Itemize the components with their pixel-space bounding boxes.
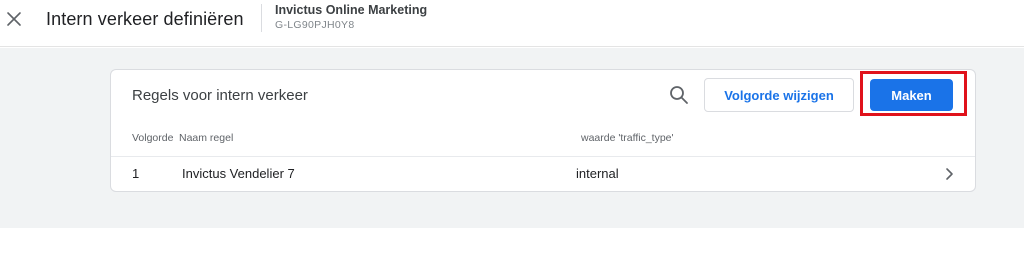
search-button[interactable] xyxy=(668,84,690,106)
card-title: Regels voor intern verkeer xyxy=(132,87,308,104)
row-order: 1 xyxy=(132,166,140,181)
measurement-id: G-LG90PJH0Y8 xyxy=(275,19,355,31)
close-button[interactable] xyxy=(4,9,24,29)
internal-traffic-rules-card: Regels voor intern verkeer Volgorde wijz… xyxy=(110,69,976,192)
account-name: Invictus Online Marketing xyxy=(275,3,428,17)
table-row[interactable]: 1 Invictus Vendelier 7 internal xyxy=(111,157,975,191)
column-header-order: Volgorde xyxy=(132,132,174,144)
column-header-traffic-type: waarde 'traffic_type' xyxy=(581,132,674,144)
row-rule-name: Invictus Vendelier 7 xyxy=(182,166,295,181)
column-header-rule-name: Naam regel xyxy=(179,132,234,144)
chevron-right-icon[interactable] xyxy=(943,167,955,181)
close-icon xyxy=(7,12,21,26)
create-button[interactable]: Maken xyxy=(870,79,953,111)
row-traffic-type-value: internal xyxy=(576,166,619,181)
header-divider xyxy=(261,4,262,32)
reorder-button[interactable]: Volgorde wijzigen xyxy=(704,78,854,112)
search-icon xyxy=(670,86,688,104)
page-title: Intern verkeer definiëren xyxy=(46,9,244,29)
top-bar: Intern verkeer definiëren Invictus Onlin… xyxy=(0,0,1024,47)
